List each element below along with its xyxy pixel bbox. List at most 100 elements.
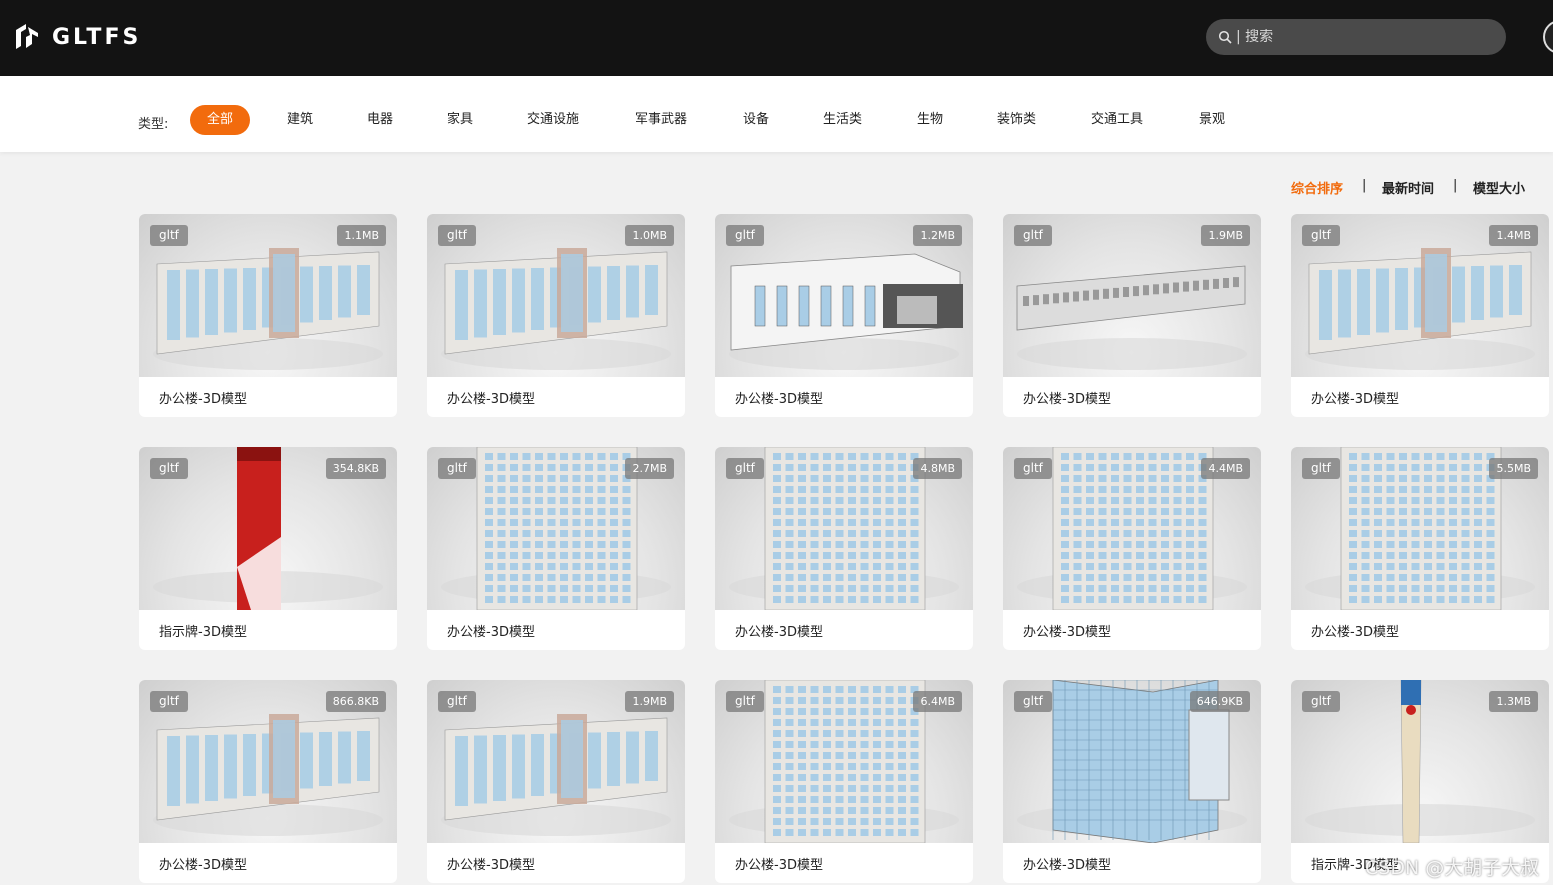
model-card[interactable]: gltf 5.5MB 办公楼-3D模型: [1291, 447, 1549, 650]
top-header: GLTFS: [0, 0, 1553, 76]
model-title[interactable]: 办公楼-3D模型: [1023, 854, 1111, 873]
format-badge: gltf: [1302, 458, 1340, 479]
model-card[interactable]: gltf 1.9MB 办公楼-3D模型: [427, 680, 685, 883]
file-size-badge: 6.4MB: [913, 691, 962, 712]
format-badge: gltf: [1014, 225, 1052, 246]
filter-label: 类型:: [138, 117, 169, 132]
model-thumbnail[interactable]: gltf 1.0MB: [427, 214, 685, 377]
model-title[interactable]: 办公楼-3D模型: [159, 388, 247, 407]
file-size-badge: 1.3MB: [1489, 691, 1538, 712]
model-title[interactable]: 办公楼-3D模型: [735, 621, 823, 640]
model-thumbnail[interactable]: gltf 1.1MB: [139, 214, 397, 377]
search-input[interactable]: [1236, 29, 1486, 45]
file-size-badge: 5.5MB: [1489, 458, 1538, 479]
model-thumbnail[interactable]: gltf 1.9MB: [427, 680, 685, 843]
category-life[interactable]: 生活类: [823, 105, 862, 135]
format-badge: gltf: [1014, 691, 1052, 712]
model-thumbnail[interactable]: gltf 866.8KB: [139, 680, 397, 843]
watermark: CSDN @大胡子大叔: [1365, 857, 1540, 879]
file-size-badge: 1.1MB: [337, 225, 386, 246]
category-filter-bar: 类型: 全部 建筑 电器 家具 交通设施 军事武器 设备 生活类 生物 装饰类 …: [0, 76, 1553, 152]
format-badge: gltf: [438, 458, 476, 479]
format-badge: gltf: [438, 225, 476, 246]
logo-text: GLTFS: [52, 24, 142, 50]
sort-separator: |: [1362, 178, 1367, 193]
search-box[interactable]: [1206, 19, 1506, 55]
model-title[interactable]: 办公楼-3D模型: [735, 388, 823, 407]
avatar[interactable]: [1543, 20, 1553, 54]
site-logo[interactable]: GLTFS: [12, 22, 141, 52]
model-card[interactable]: gltf 1.1MB 办公楼-3D模型: [139, 214, 397, 417]
category-military[interactable]: 军事武器: [635, 105, 687, 135]
category-creature[interactable]: 生物: [917, 105, 943, 135]
model-title[interactable]: 办公楼-3D模型: [1311, 388, 1399, 407]
model-card[interactable]: gltf 354.8KB 指示牌-3D模型: [139, 447, 397, 650]
category-equipment[interactable]: 设备: [743, 105, 769, 135]
model-title[interactable]: 办公楼-3D模型: [447, 854, 535, 873]
model-card[interactable]: gltf 1.9MB 办公楼-3D模型: [1003, 214, 1261, 417]
model-card[interactable]: gltf 4.8MB 办公楼-3D模型: [715, 447, 973, 650]
model-thumbnail[interactable]: gltf 646.9KB: [1003, 680, 1261, 843]
model-title[interactable]: 指示牌-3D模型: [159, 621, 247, 640]
model-card[interactable]: gltf 1.2MB 办公楼-3D模型: [715, 214, 973, 417]
format-badge: gltf: [726, 225, 764, 246]
file-size-badge: 2.7MB: [625, 458, 674, 479]
model-thumbnail[interactable]: gltf 5.5MB: [1291, 447, 1549, 610]
model-card[interactable]: gltf 6.4MB 办公楼-3D模型: [715, 680, 973, 883]
model-card[interactable]: gltf 646.9KB 办公楼-3D模型: [1003, 680, 1261, 883]
category-landscape[interactable]: 景观: [1199, 105, 1225, 135]
category-decoration[interactable]: 装饰类: [997, 105, 1036, 135]
category-traffic-facility[interactable]: 交通设施: [527, 105, 579, 135]
format-badge: gltf: [726, 691, 764, 712]
category-architecture[interactable]: 建筑: [287, 105, 313, 135]
model-card[interactable]: gltf 2.7MB 办公楼-3D模型: [427, 447, 685, 650]
format-badge: gltf: [1302, 225, 1340, 246]
format-badge: gltf: [150, 691, 188, 712]
sort-latest[interactable]: 最新时间: [1382, 178, 1434, 197]
model-card[interactable]: gltf 4.4MB 办公楼-3D模型: [1003, 447, 1261, 650]
model-title[interactable]: 办公楼-3D模型: [1023, 388, 1111, 407]
model-card[interactable]: gltf 1.0MB 办公楼-3D模型: [427, 214, 685, 417]
model-title[interactable]: 办公楼-3D模型: [159, 854, 247, 873]
sort-separator: |: [1453, 178, 1458, 193]
format-badge: gltf: [1014, 458, 1052, 479]
file-size-badge: 1.2MB: [913, 225, 962, 246]
category-furniture[interactable]: 家具: [447, 105, 473, 135]
logo-icon: [16, 24, 38, 49]
model-title[interactable]: 办公楼-3D模型: [735, 854, 823, 873]
category-appliance[interactable]: 电器: [367, 105, 393, 135]
file-size-badge: 4.4MB: [1201, 458, 1250, 479]
file-size-badge: 354.8KB: [325, 458, 386, 479]
file-size-badge: 866.8KB: [325, 691, 386, 712]
model-thumbnail[interactable]: gltf 354.8KB: [139, 447, 397, 610]
model-card[interactable]: gltf 1.4MB 办公楼-3D模型: [1291, 214, 1549, 417]
model-thumbnail[interactable]: gltf 1.3MB: [1291, 680, 1549, 843]
model-thumbnail[interactable]: gltf 1.9MB: [1003, 214, 1261, 377]
file-size-badge: 1.0MB: [625, 225, 674, 246]
model-thumbnail[interactable]: gltf 2.7MB: [427, 447, 685, 610]
file-size-badge: 1.9MB: [1201, 225, 1250, 246]
model-title[interactable]: 办公楼-3D模型: [447, 388, 535, 407]
model-thumbnail[interactable]: gltf 6.4MB: [715, 680, 973, 843]
sort-size[interactable]: 模型大小: [1473, 178, 1525, 197]
model-thumbnail[interactable]: gltf 4.4MB: [1003, 447, 1261, 610]
file-size-badge: 1.4MB: [1489, 225, 1538, 246]
model-title[interactable]: 办公楼-3D模型: [447, 621, 535, 640]
file-size-badge: 1.9MB: [625, 691, 674, 712]
file-size-badge: 646.9KB: [1189, 691, 1250, 712]
model-thumbnail[interactable]: gltf 4.8MB: [715, 447, 973, 610]
model-card[interactable]: gltf 866.8KB 办公楼-3D模型: [139, 680, 397, 883]
category-vehicle[interactable]: 交通工具: [1091, 105, 1143, 135]
format-badge: gltf: [726, 458, 764, 479]
format-badge: gltf: [150, 225, 188, 246]
model-thumbnail[interactable]: gltf 1.4MB: [1291, 214, 1549, 377]
format-badge: gltf: [1302, 691, 1340, 712]
category-all[interactable]: 全部: [190, 105, 250, 135]
format-badge: gltf: [438, 691, 476, 712]
search-icon: [1218, 30, 1232, 44]
model-title[interactable]: 办公楼-3D模型: [1023, 621, 1111, 640]
sort-comprehensive[interactable]: 综合排序: [1291, 178, 1343, 197]
model-title[interactable]: 办公楼-3D模型: [1311, 621, 1399, 640]
model-thumbnail[interactable]: gltf 1.2MB: [715, 214, 973, 377]
format-badge: gltf: [150, 458, 188, 479]
